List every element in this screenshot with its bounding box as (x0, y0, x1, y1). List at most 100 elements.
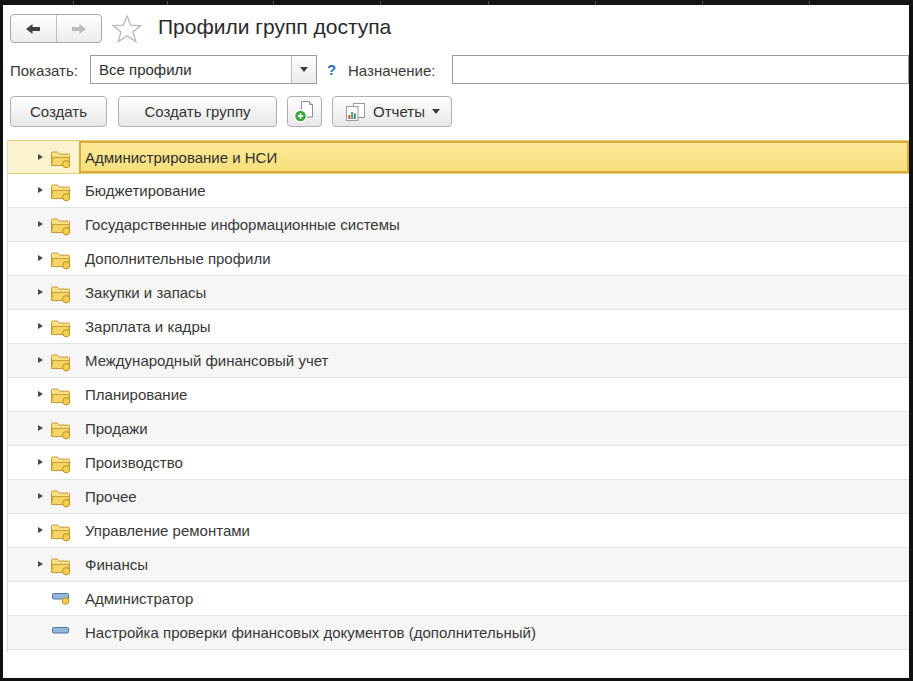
tree-row[interactable]: Бюджетирование (8, 174, 909, 208)
forward-button[interactable] (56, 15, 102, 42)
tree-cell[interactable]: Администрирование и НСИ (79, 141, 909, 173)
expand-arrow-icon[interactable] (38, 459, 43, 465)
tree-cell[interactable]: Управление ремонтами (79, 514, 909, 547)
profiles-tree: Администрирование и НСИ Бюджетирование Г… (8, 140, 909, 650)
folder-icon (50, 386, 71, 405)
profile-icon (52, 626, 71, 640)
row-label: Производство (85, 454, 183, 471)
folder-icon (50, 522, 71, 541)
create-button[interactable]: Создать (10, 96, 107, 127)
tree-row[interactable]: Прочее (8, 480, 909, 514)
tree-row[interactable]: Государственные информационные системы (8, 208, 909, 242)
folder-icon (50, 216, 71, 235)
back-button[interactable] (11, 15, 56, 42)
row-label: Администратор (85, 590, 193, 607)
tree-row[interactable]: Настройка проверки финансовых документов… (8, 616, 909, 650)
expand-arrow-icon[interactable] (38, 357, 43, 363)
tree-cell[interactable]: Бюджетирование (79, 174, 909, 207)
purpose-filter-input[interactable] (452, 55, 909, 84)
favorite-star-icon[interactable] (111, 14, 143, 48)
row-label: Управление ремонтами (85, 522, 250, 539)
row-label: Настройка проверки финансовых документов… (85, 624, 536, 641)
row-label: Государственные информационные системы (85, 216, 400, 233)
tree-cell[interactable]: Финансы (79, 548, 909, 581)
tree-cell[interactable]: Продажи (79, 412, 909, 445)
tree-cell[interactable]: Государственные информационные системы (79, 208, 909, 241)
tree-cell[interactable]: Дополнительные профили (79, 242, 909, 275)
expand-arrow-icon[interactable] (38, 323, 43, 329)
tree-row[interactable]: Зарплата и кадры (8, 310, 909, 344)
show-filter-value: Все профили (91, 56, 291, 83)
folder-icon (50, 556, 71, 575)
reports-button[interactable]: Отчеты (332, 96, 452, 127)
tree-cell[interactable]: Международный финансовый учет (79, 344, 909, 377)
row-label: Прочее (85, 488, 137, 505)
row-label: Продажи (85, 420, 148, 437)
window-top-edge (0, 0, 913, 5)
folder-icon (50, 420, 71, 439)
expand-arrow-icon[interactable] (38, 221, 43, 227)
show-filter-label: Показать: (10, 62, 78, 79)
row-label: Финансы (85, 556, 148, 573)
expand-arrow-icon[interactable] (38, 154, 43, 160)
tree-cell[interactable]: Администратор (79, 582, 909, 615)
expand-arrow-icon[interactable] (38, 527, 43, 533)
arrow-left-icon (25, 23, 41, 35)
folder-icon (50, 149, 71, 168)
folder-icon (50, 250, 71, 269)
document-add-icon (294, 100, 316, 123)
row-label: Закупки и запасы (85, 284, 206, 301)
profile-icon (52, 592, 71, 606)
tree-row[interactable]: Планирование (8, 378, 909, 412)
help-icon[interactable]: ? (327, 61, 336, 78)
tree-row[interactable]: Дополнительные профили (8, 242, 909, 276)
expand-arrow-icon[interactable] (38, 561, 43, 567)
tree-cell[interactable]: Производство (79, 446, 909, 479)
nav-history-group (10, 14, 102, 43)
toolbar: Создать Создать группу Отчеты (10, 96, 452, 127)
expand-arrow-icon[interactable] (38, 187, 43, 193)
tree-cell[interactable]: Планирование (79, 378, 909, 411)
folder-icon (50, 284, 71, 303)
arrow-right-icon (71, 23, 87, 35)
tree-row[interactable]: Производство (8, 446, 909, 480)
tree-row[interactable]: Международный финансовый учет (8, 344, 909, 378)
folder-icon (50, 318, 71, 337)
row-label: Бюджетирование (85, 182, 205, 199)
folder-icon (50, 488, 71, 507)
expand-arrow-icon[interactable] (38, 255, 43, 261)
create-new-item-button[interactable] (287, 96, 322, 127)
tree-cell[interactable]: Закупки и запасы (79, 276, 909, 309)
row-label: Планирование (85, 386, 187, 403)
chevron-down-icon (300, 67, 308, 72)
tree-row[interactable]: Администратор (8, 582, 909, 616)
expand-arrow-icon[interactable] (38, 391, 43, 397)
tree-cell[interactable]: Зарплата и кадры (79, 310, 909, 343)
tree-row[interactable]: Продажи (8, 412, 909, 446)
folder-icon (50, 454, 71, 473)
chevron-down-icon (432, 109, 440, 114)
tree-row[interactable]: Финансы (8, 548, 909, 582)
row-label: Администрирование и НСИ (85, 149, 277, 166)
expand-arrow-icon[interactable] (38, 493, 43, 499)
expand-arrow-icon[interactable] (38, 289, 43, 295)
reports-icon (344, 102, 366, 122)
row-label: Международный финансовый учет (85, 352, 328, 369)
tree-row[interactable]: Администрирование и НСИ (8, 140, 909, 174)
window-border-right (909, 5, 913, 681)
row-label: Зарплата и кадры (85, 318, 211, 335)
folder-icon (50, 182, 71, 201)
show-filter-dropdown-button[interactable] (291, 56, 316, 83)
create-group-button[interactable]: Создать группу (118, 96, 277, 127)
tree-row[interactable]: Управление ремонтами (8, 514, 909, 548)
tree-cell[interactable]: Настройка проверки финансовых документов… (79, 616, 909, 649)
show-filter-combobox[interactable]: Все профили (90, 55, 317, 84)
purpose-filter-label: Назначение: (348, 62, 436, 79)
row-label: Дополнительные профили (85, 250, 271, 267)
folder-icon (50, 352, 71, 371)
tree-cell[interactable]: Прочее (79, 480, 909, 513)
tree-row[interactable]: Закупки и запасы (8, 276, 909, 310)
expand-arrow-icon[interactable] (38, 425, 43, 431)
page-title: Профили групп доступа (158, 15, 391, 39)
window-border-left (0, 5, 3, 681)
